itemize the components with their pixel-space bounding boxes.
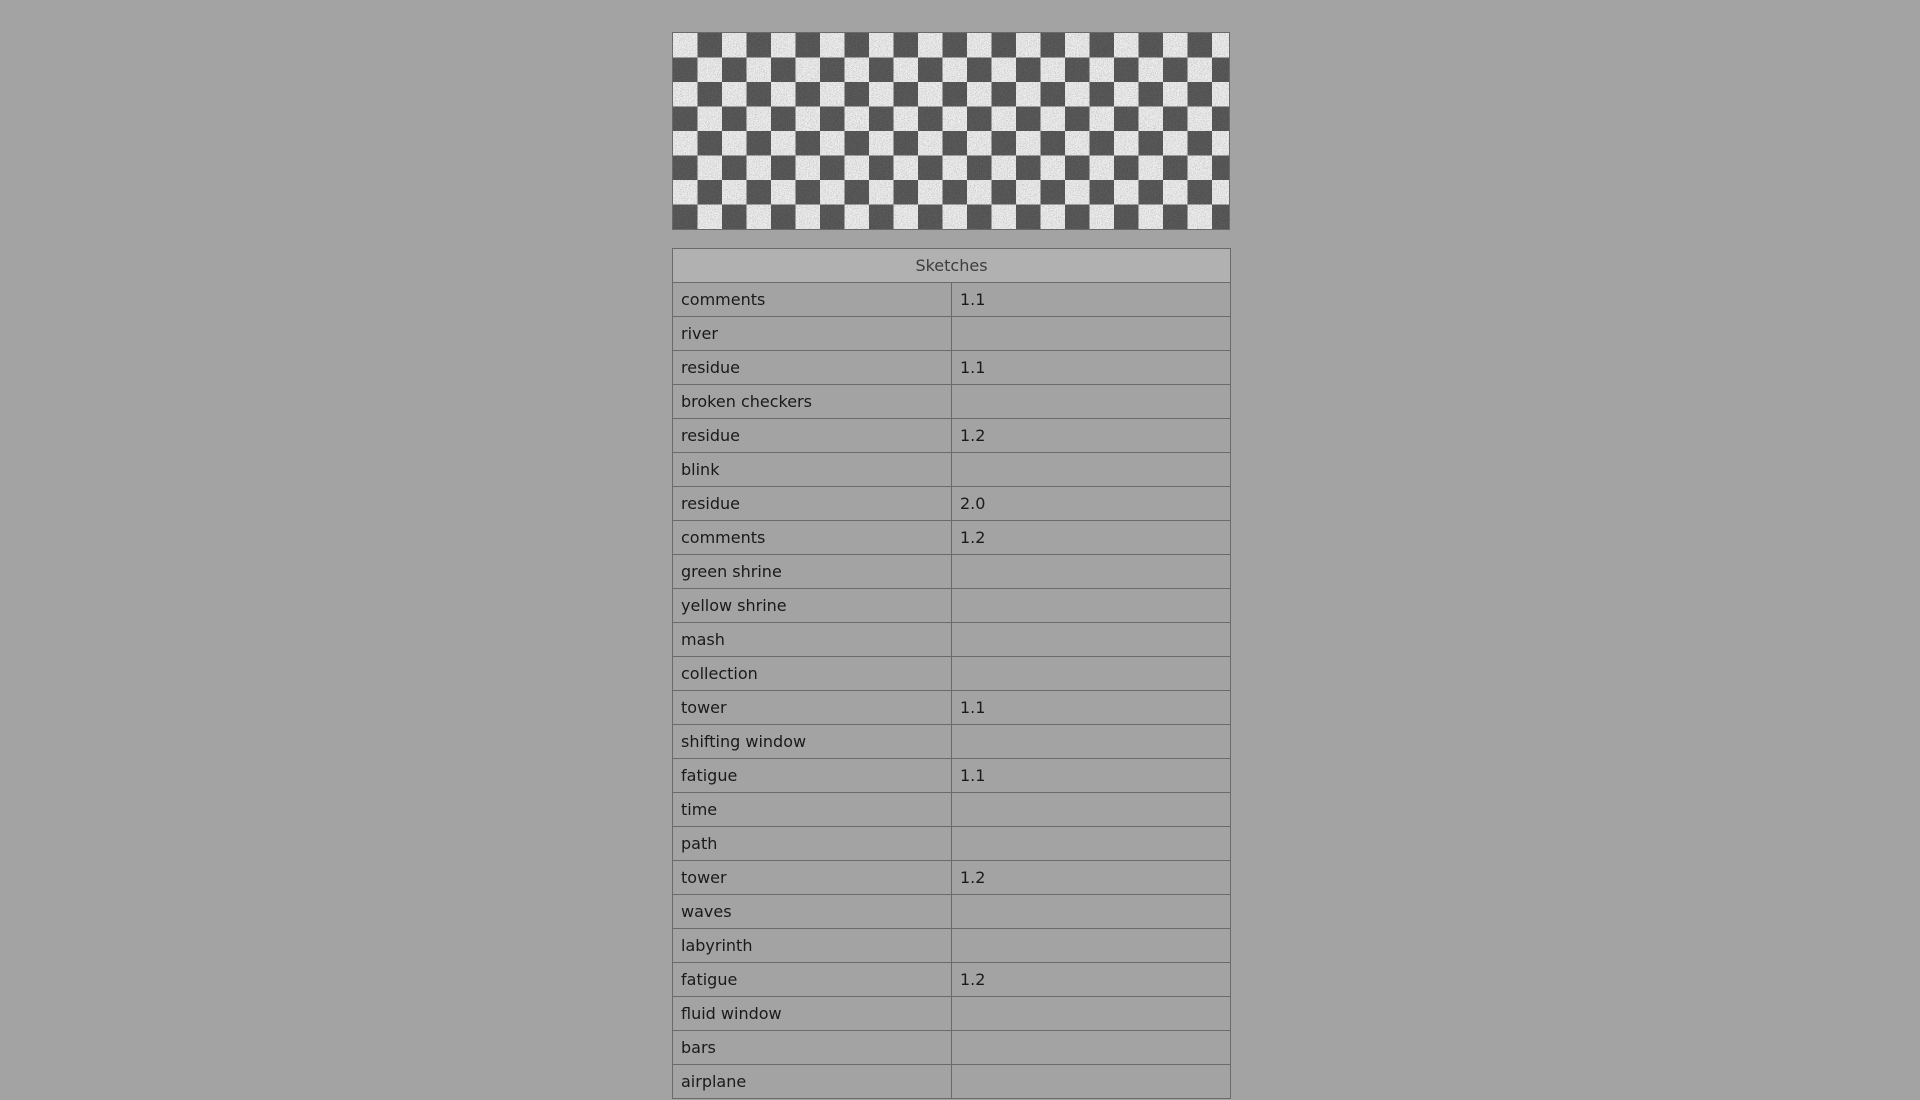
- checkerboard-banner-image: [672, 32, 1230, 230]
- sketch-name-cell: airplane: [672, 1064, 952, 1099]
- sketch-version-cell: 1.2: [951, 962, 1231, 997]
- table-row: river: [672, 316, 1231, 351]
- sketch-name-cell: waves: [672, 894, 952, 929]
- sketch-name-cell: bars: [672, 1030, 952, 1065]
- sketch-version-cell: [951, 554, 1231, 589]
- table-row: blink: [672, 452, 1231, 487]
- table-body: comments 1.1 river residue 1.1 broken checker…: [672, 282, 1231, 1099]
- table-row: fatigue 1.2: [672, 962, 1231, 997]
- sketch-version-cell: 1.1: [951, 690, 1231, 725]
- sketch-version-cell: 1.2: [951, 418, 1231, 453]
- sketch-name-cell: collection: [672, 656, 952, 691]
- sketch-name-cell: yellow shrine: [672, 588, 952, 623]
- sketch-version-cell: [951, 928, 1231, 963]
- sketch-version-cell: [951, 656, 1231, 691]
- table-row: time: [672, 792, 1231, 827]
- sketch-name-cell: blink: [672, 452, 952, 487]
- sketch-version-cell: [951, 1030, 1231, 1065]
- table-row: residue 2.0: [672, 486, 1231, 521]
- table-row: fluid window: [672, 996, 1231, 1031]
- sketch-version-cell: 1.1: [951, 350, 1231, 385]
- table-row: comments 1.1: [672, 282, 1231, 317]
- sketch-version-cell: 2.0: [951, 486, 1231, 521]
- sketch-version-cell: [951, 588, 1231, 623]
- table-row: shifting window: [672, 724, 1231, 759]
- table-row: residue 1.2: [672, 418, 1231, 453]
- sketch-name-cell: fatigue: [672, 962, 952, 997]
- table-row: comments 1.2: [672, 520, 1231, 555]
- checkerboard-pattern: [673, 33, 1229, 229]
- sketch-name-cell: comments: [672, 520, 952, 555]
- sketch-name-cell: labyrinth: [672, 928, 952, 963]
- sketch-name-cell: comments: [672, 282, 952, 317]
- table-row: mash: [672, 622, 1231, 657]
- sketch-name-cell: broken checkers: [672, 384, 952, 419]
- table-row: green shrine: [672, 554, 1231, 589]
- table-row: tower 1.2: [672, 860, 1231, 895]
- sketch-name-cell: path: [672, 826, 952, 861]
- table-row: waves: [672, 894, 1231, 929]
- sketch-version-cell: [951, 792, 1231, 827]
- sketch-version-cell: [951, 996, 1231, 1031]
- table-title: Sketches: [672, 248, 1231, 283]
- sketch-name-cell: tower: [672, 690, 952, 725]
- table-row: yellow shrine: [672, 588, 1231, 623]
- table-row: airplane: [672, 1064, 1231, 1099]
- table-row: broken checkers: [672, 384, 1231, 419]
- sketch-name-cell: mash: [672, 622, 952, 657]
- sketch-name-cell: fatigue: [672, 758, 952, 793]
- sketch-name-cell: shifting window: [672, 724, 952, 759]
- sketch-version-cell: [951, 894, 1231, 929]
- table-row: residue 1.1: [672, 350, 1231, 385]
- sketch-version-cell: 1.2: [951, 860, 1231, 895]
- sketch-name-cell: tower: [672, 860, 952, 895]
- sketches-table: Sketches comments 1.1 river residue 1.1 broke…: [672, 248, 1231, 1099]
- sketch-name-cell: residue: [672, 350, 952, 385]
- table-row: labyrinth: [672, 928, 1231, 963]
- sketch-name-cell: residue: [672, 486, 952, 521]
- table-row: fatigue 1.1: [672, 758, 1231, 793]
- sketch-version-cell: [951, 316, 1231, 351]
- sketch-name-cell: fluid window: [672, 996, 952, 1031]
- table-row: path: [672, 826, 1231, 861]
- sketch-version-cell: [951, 452, 1231, 487]
- sketch-version-cell: [951, 384, 1231, 419]
- sketch-name-cell: time: [672, 792, 952, 827]
- sketch-version-cell: [951, 826, 1231, 861]
- sketch-name-cell: residue: [672, 418, 952, 453]
- table-row: tower 1.1: [672, 690, 1231, 725]
- sketch-version-cell: 1.1: [951, 758, 1231, 793]
- sketch-name-cell: green shrine: [672, 554, 952, 589]
- sketch-version-cell: [951, 724, 1231, 759]
- sketch-version-cell: 1.2: [951, 520, 1231, 555]
- sketch-version-cell: 1.1: [951, 282, 1231, 317]
- table-row: bars: [672, 1030, 1231, 1065]
- table-header-row: Sketches: [672, 248, 1231, 283]
- sketch-name-cell: river: [672, 316, 952, 351]
- page: Sketches comments 1.1 river residue 1.1 broke…: [0, 0, 1920, 1100]
- sketch-version-cell: [951, 622, 1231, 657]
- table-row: collection: [672, 656, 1231, 691]
- sketch-version-cell: [951, 1064, 1231, 1099]
